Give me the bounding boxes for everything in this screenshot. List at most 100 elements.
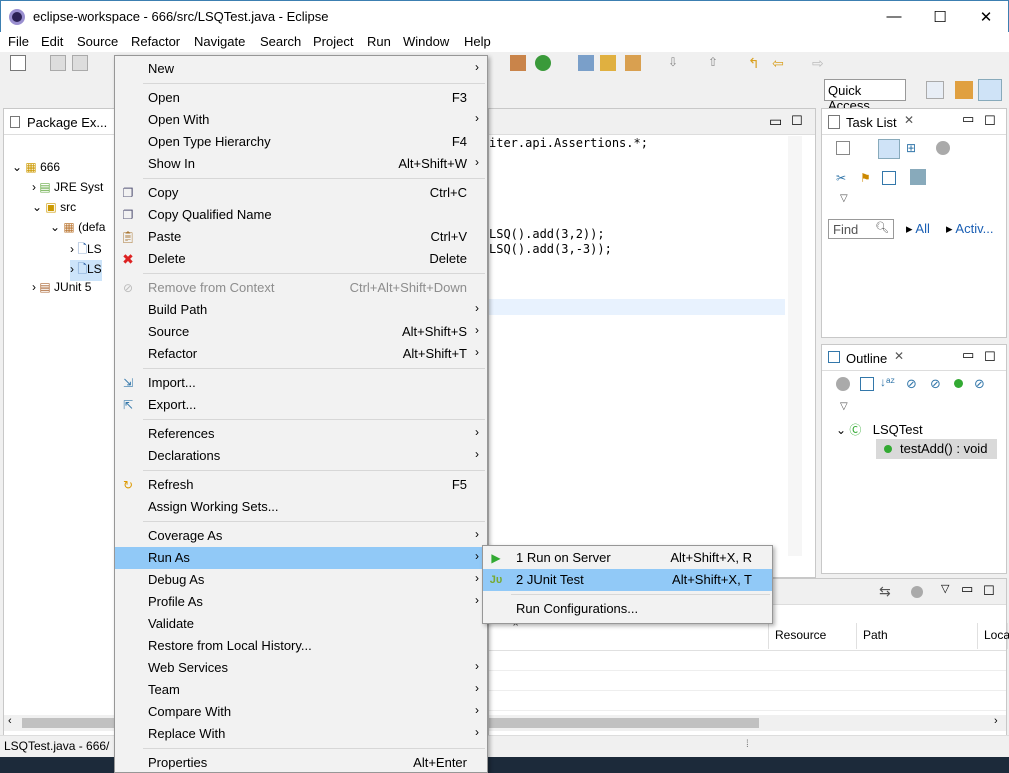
bottom-minimize-icon[interactable]: ▭ — [961, 581, 973, 597]
menu-item-open-with[interactable]: Open With › — [115, 109, 487, 131]
column-path[interactable]: Path — [857, 623, 978, 649]
task-find-input[interactable]: Find 🔍︎ — [828, 219, 894, 239]
hide-nonpublic-icon[interactable] — [954, 379, 963, 388]
java-perspective-icon[interactable] — [978, 79, 1002, 101]
menu-item-export[interactable]: ⇱ Export... — [115, 394, 487, 416]
task-list-minimize-icon[interactable]: ▭ — [962, 111, 974, 127]
menu-item-properties[interactable]: Properties Alt+Enter — [115, 752, 487, 773]
menu-item-refresh[interactable]: ↻ Refresh F5 — [115, 474, 487, 496]
outline-class-node[interactable]: ⌄ Ⓒ LSQTest — [836, 421, 923, 438]
menu-navigate[interactable]: Navigate — [194, 34, 245, 49]
save-all-icon[interactable] — [72, 55, 88, 71]
tree-item-junit5[interactable]: › ▤ JUnit 5 — [32, 280, 91, 294]
focus-bottom-icon[interactable] — [911, 586, 923, 598]
outline-tab[interactable]: Outline ✕ ▭ ☐ — [822, 345, 1006, 371]
outline-maximize-icon[interactable]: ☐ — [984, 349, 996, 365]
categorized-icon[interactable] — [878, 139, 900, 159]
bottom-view-menu-icon[interactable]: ▽ — [941, 582, 949, 595]
menu-item-copy[interactable]: ❐ Copy Ctrl+C — [115, 182, 487, 204]
menu-item-open-type-hierarchy[interactable]: Open Type Hierarchy F4 — [115, 131, 487, 153]
task-all-link[interactable]: ▸ All — [906, 221, 930, 237]
save-icon[interactable] — [50, 55, 66, 71]
editor-line-assert-2[interactable]: LSQ().add(3,-3)); — [489, 242, 612, 256]
next-annotation-icon[interactable]: ⇩ — [668, 55, 684, 71]
java-ee-perspective-icon[interactable] — [955, 81, 973, 99]
outline-minimize-icon[interactable]: ▭ — [962, 347, 974, 363]
submenu-item-junit-test[interactable]: Jυ 2 JUnit Test Alt+Shift+X, T — [483, 569, 772, 591]
task-list-maximize-icon[interactable]: ☐ — [984, 113, 996, 129]
back-icon[interactable]: ⇦ — [772, 55, 788, 71]
open-type-icon[interactable] — [578, 55, 594, 71]
new-icon[interactable] — [10, 55, 26, 71]
menu-item-team[interactable]: Team › — [115, 679, 487, 701]
submenu-item-run-on-server[interactable]: ▶ 1 Run on Server Alt+Shift+X, R — [483, 547, 772, 569]
menu-run[interactable]: Run — [367, 34, 391, 49]
menu-item-references[interactable]: References › — [115, 423, 487, 445]
hide-static-icon[interactable]: ⊘ — [930, 376, 941, 392]
sort-icon[interactable]: ↓ᵃᶻ — [880, 375, 895, 389]
sync-icon[interactable] — [910, 169, 926, 185]
menu-item-source[interactable]: Source Alt+Shift+S › — [115, 321, 487, 343]
prev-annotation-icon[interactable]: ⇧ — [708, 55, 724, 71]
menu-item-profile-as[interactable]: Profile As › — [115, 591, 487, 613]
last-edit-icon[interactable]: ↰ — [748, 55, 764, 71]
new-class-icon[interactable] — [535, 55, 551, 71]
collapse-all-icon[interactable] — [882, 171, 896, 185]
menu-file[interactable]: File — [8, 34, 29, 49]
focus-icon[interactable] — [936, 141, 950, 155]
scheduled-icon[interactable]: ⊞ — [906, 141, 920, 155]
outline-method-node[interactable]: testAdd() : void — [876, 439, 997, 459]
package-explorer-hscroll[interactable]: ‹ — [4, 715, 117, 731]
tree-item-src[interactable]: ⌄ ▣ src — [32, 200, 76, 214]
task-list-close-icon[interactable]: ✕ — [904, 113, 914, 127]
submenu-item-run-configurations[interactable]: Run Configurations... — [483, 598, 772, 620]
menu-item-restore-local-history[interactable]: Restore from Local History... — [115, 635, 487, 657]
forward-icon[interactable]: ⇨ — [812, 55, 828, 71]
menu-item-copy-qualified-name[interactable]: ❐ Copy Qualified Name — [115, 204, 487, 226]
hide-completed-icon[interactable]: ✂ — [836, 171, 850, 185]
search-tool-icon[interactable] — [625, 55, 641, 71]
menu-item-web-services[interactable]: Web Services › — [115, 657, 487, 679]
menu-item-run-as[interactable]: Run As › — [115, 547, 487, 569]
tree-item-jre[interactable]: › ▤ JRE Syst — [32, 180, 103, 194]
editor-line-import[interactable]: iter.api.Assertions.*; — [489, 136, 648, 150]
menu-item-coverage-as[interactable]: Coverage As › — [115, 525, 487, 547]
menu-project[interactable]: Project — [313, 34, 353, 49]
menu-help[interactable]: Help — [464, 34, 491, 49]
menu-item-assign-working-sets[interactable]: Assign Working Sets... — [115, 496, 487, 518]
outline-collapse-icon[interactable] — [860, 377, 874, 391]
outline-focus-icon[interactable] — [836, 377, 850, 391]
menu-window[interactable]: Window — [403, 34, 449, 49]
menu-edit[interactable]: Edit — [41, 34, 63, 49]
menu-item-declarations[interactable]: Declarations › — [115, 445, 487, 467]
outline-view-menu-icon[interactable]: ▽ — [840, 401, 848, 412]
menu-item-remove-from-context[interactable]: ⊘ Remove from Context Ctrl+Alt+Shift+Down — [115, 277, 487, 299]
menu-item-paste[interactable]: 📋︎ Paste Ctrl+V — [115, 226, 487, 248]
tree-item-default-package[interactable]: ⌄ ▦ (defa — [50, 220, 105, 234]
editor-maximize-icon[interactable]: ☐ — [791, 113, 803, 129]
hide-local-types-icon[interactable]: ⊘ — [974, 376, 985, 392]
task-activate-link[interactable]: ▸ Activ... — [946, 221, 993, 237]
problems-hscroll[interactable]: › — [489, 715, 1006, 731]
bottom-maximize-icon[interactable]: ☐ — [983, 583, 995, 599]
menu-item-new[interactable]: New › — [115, 58, 487, 80]
task-list-tab[interactable]: Task List ✕ ▭ ☐ — [822, 109, 1006, 135]
new-task-icon[interactable] — [836, 141, 850, 155]
editor-vscroll[interactable] — [788, 136, 802, 556]
minimize-button[interactable]: — — [871, 1, 917, 32]
hide-fields-icon[interactable]: ⊘ — [906, 376, 917, 392]
filter-icon[interactable]: ⚑ — [860, 171, 874, 185]
menu-source[interactable]: Source — [77, 34, 118, 49]
editor-minimize-icon[interactable]: ▭ — [769, 113, 782, 130]
menu-refactor[interactable]: Refactor — [131, 34, 180, 49]
tree-item-lsq[interactable]: › 🗋LS — [70, 240, 102, 261]
menu-item-build-path[interactable]: Build Path › — [115, 299, 487, 321]
menu-search[interactable]: Search — [260, 34, 301, 49]
open-folder-icon[interactable] — [600, 55, 616, 71]
maximize-button[interactable]: ☐ — [917, 1, 963, 32]
menu-item-validate[interactable]: Validate — [115, 613, 487, 635]
tree-item-lsqtest[interactable]: › 🗋LS — [70, 260, 102, 281]
menu-item-replace-with[interactable]: Replace With › — [115, 723, 487, 745]
new-package-icon[interactable] — [510, 55, 526, 71]
menu-item-import[interactable]: ⇲ Import... — [115, 372, 487, 394]
